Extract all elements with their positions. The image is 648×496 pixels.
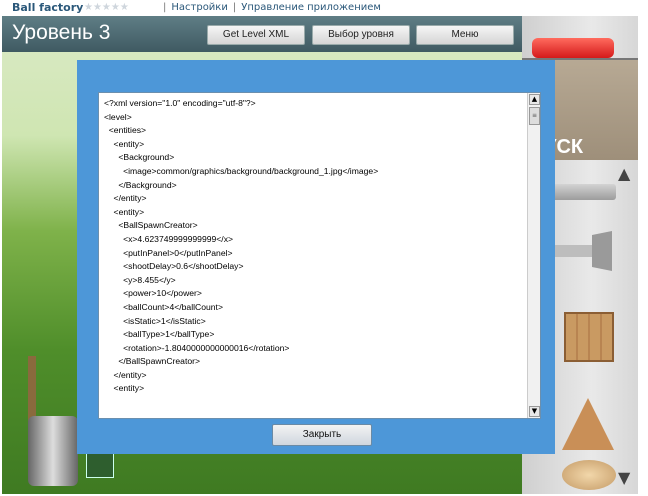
get-level-xml-button[interactable]: Get Level XML <box>207 25 305 45</box>
close-button[interactable]: Закрыть <box>272 424 372 446</box>
ball-launcher <box>28 416 78 486</box>
wooden-box-item[interactable] <box>564 312 614 362</box>
settings-link[interactable]: Настройки <box>171 2 227 13</box>
scroll-up-arrow-icon[interactable]: ▲ <box>618 164 630 183</box>
menu-button[interactable]: Меню <box>416 25 514 45</box>
scroll-down-arrow-icon[interactable]: ▼ <box>618 468 630 487</box>
wooden-triangle-item[interactable] <box>562 398 614 450</box>
top-links: | Настройки | Управление приложением <box>158 0 381 16</box>
scroll-down-icon[interactable]: ▼ <box>529 406 540 417</box>
scroll-up-icon[interactable]: ▲ <box>529 94 540 105</box>
xml-textarea[interactable]: <?xml version="1.0" encoding="utf-8"?> <… <box>98 92 541 419</box>
xml-scrollbar[interactable]: ▲ ≡ ▼ <box>527 93 540 418</box>
level-title: Уровень 3 <box>12 21 111 44</box>
xml-content[interactable]: <?xml version="1.0" encoding="utf-8"?> <… <box>104 97 378 396</box>
app-name-link[interactable]: Ball factory <box>12 0 83 16</box>
separator: | <box>232 2 237 13</box>
rating-stars[interactable]: ★★★★★ <box>84 0 129 16</box>
game-header: Уровень 3 Get Level XML Выбор уровня Мен… <box>2 16 522 52</box>
manage-app-link[interactable]: Управление приложением <box>241 2 381 13</box>
level-select-button[interactable]: Выбор уровня <box>312 25 410 45</box>
top-bar: Ball factory ★★★★★ | Настройки | Управление… <box>0 0 648 16</box>
scroll-thumb[interactable]: ≡ <box>529 107 540 125</box>
separator: | <box>163 2 167 13</box>
start-lever-handle[interactable] <box>532 38 614 58</box>
log-item[interactable] <box>562 460 616 490</box>
